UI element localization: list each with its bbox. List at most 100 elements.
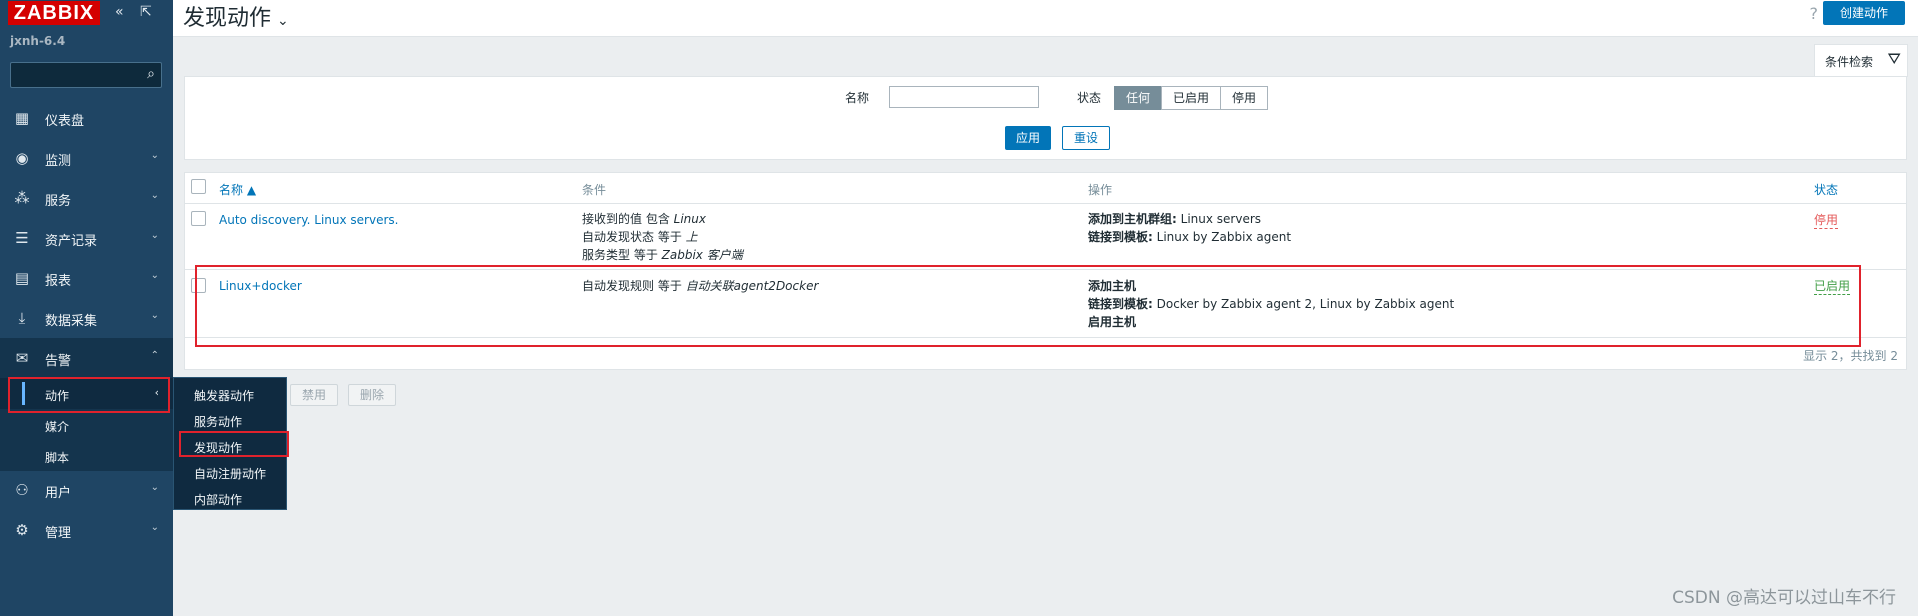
chevron-down-icon: ⌄ [150, 150, 159, 161]
eye-icon: ◉ [15, 149, 29, 167]
flyout-label: 触发器动作 [194, 389, 255, 403]
menu-label: 数据采集 [45, 314, 98, 329]
mass-delete-button[interactable]: 删除 [348, 384, 396, 406]
submenu-label: 脚本 [45, 451, 70, 465]
name-filter-label: 名称 [845, 91, 870, 105]
flyout-label: 服务动作 [194, 415, 243, 429]
filter-icon: ⛛ [1887, 49, 1901, 68]
menu-item-dashboard[interactable]: ▦ 仪表盘 [0, 98, 173, 138]
table-paging-info: 显示 2，共找到 2 [1803, 349, 1898, 363]
filter-tab-label: 条件检索 [1825, 55, 1874, 69]
gear-icon: ⚙ [15, 521, 29, 539]
create-action-button[interactable]: 创建动作 [1823, 1, 1905, 25]
dashboard-icon: ▦ [14, 109, 30, 127]
condition-value: Linux [673, 212, 706, 226]
submenu-label: 媒介 [45, 420, 70, 434]
column-header-conditions: 条件 [582, 183, 607, 197]
flyout-item-autoregistration-actions[interactable]: 自动注册动作 [174, 459, 286, 485]
sidebar: ZABBIX « ⇱ jxnh-6.4 ⌕ ▦ 仪表盘 ◉ 监测 ⌄ ⁂ 服务 … [0, 0, 173, 616]
zabbix-logo[interactable]: ZABBIX [8, 1, 100, 25]
flyout-label: 内部动作 [194, 493, 243, 507]
status-option-enabled[interactable]: 已启用 [1161, 86, 1221, 110]
filter-tab[interactable]: 条件检索 ⛛ [1814, 44, 1908, 77]
chevron-down-icon: ⌄ [150, 522, 159, 533]
report-icon: ▤ [14, 269, 30, 287]
menu-item-reports[interactable]: ▤ 报表 ⌄ [0, 258, 173, 298]
page-title-text: 发现动作 [183, 6, 272, 31]
mass-disable-button[interactable]: 禁用 [290, 384, 338, 406]
operation-label: 添加到主机群组: [1088, 212, 1177, 226]
condition-line: 自动发现状态 等于 上 [582, 228, 743, 246]
condition-text: 接收到的值 包含 [582, 212, 674, 226]
column-header-operations: 操作 [1088, 183, 1113, 197]
watermark: CSDN @高达可以过山车不行 [1672, 588, 1896, 608]
download-icon: ⤓ [18, 309, 26, 327]
column-header-status[interactable]: 状态 [1814, 181, 1838, 198]
menu-label: 报表 [45, 274, 72, 289]
highlight-box [195, 265, 1861, 347]
operation-line: 添加到主机群组: Linux servers [1088, 210, 1291, 228]
menu-item-data-collection[interactable]: ⤓ 数据采集 ⌄ [0, 298, 173, 338]
chevron-down-icon: ⌄ [150, 482, 159, 493]
filter-panel: 名称 状态 任何 已启用 停用 应用 重设 [184, 76, 1907, 160]
submenu-item-media[interactable]: 媒介 [0, 409, 173, 440]
condition-line: 接收到的值 包含 Linux [582, 210, 743, 228]
menu-item-administration[interactable]: ⚙ 管理 ⌄ [0, 510, 173, 550]
column-header-name[interactable]: 名称 ▲ [219, 181, 256, 198]
menu-label: 服务 [45, 194, 72, 209]
page-title[interactable]: 发现动作 ⌄ [183, 0, 289, 32]
menu-label: 告警 [45, 354, 72, 369]
users-icon: ⚇ [15, 481, 29, 499]
menu-item-inventory[interactable]: ☰ 资产记录 ⌄ [0, 218, 173, 258]
menu-label: 监测 [45, 154, 72, 169]
menu-item-services[interactable]: ⁂ 服务 ⌄ [0, 178, 173, 218]
condition-text: 自动发现状态 等于 [582, 230, 686, 244]
chevron-down-icon[interactable]: ⌄ [277, 13, 289, 29]
conditions-cell: 接收到的值 包含 Linux 自动发现状态 等于 上 服务类型 等于 Zabbi… [582, 210, 743, 264]
status-option-any[interactable]: 任何 [1114, 86, 1162, 110]
list-icon: ☰ [15, 229, 29, 247]
status-option-disabled[interactable]: 停用 [1220, 86, 1268, 110]
chevron-up-icon: ⌃ [150, 350, 159, 361]
page-header: 发现动作 ⌄ ? 创建动作 [173, 0, 1918, 37]
status-toggle[interactable]: 停用 [1814, 211, 1839, 229]
condition-value: 上 [685, 230, 698, 244]
operation-label: 链接到模板: [1088, 230, 1153, 244]
select-all-checkbox[interactable] [191, 179, 206, 194]
chevron-down-icon: ⌄ [150, 230, 159, 241]
highlight-box [179, 431, 289, 457]
help-icon[interactable]: ? [1810, 4, 1819, 23]
action-name-link[interactable]: Auto discovery. Linux servers. [219, 211, 398, 229]
menu-label: 仪表盘 [45, 114, 85, 129]
condition-value: Zabbix 客户端 [661, 248, 743, 262]
menu-item-monitoring[interactable]: ◉ 监测 ⌄ [0, 138, 173, 178]
flyout-item-internal-actions[interactable]: 内部动作 [174, 485, 286, 511]
chevron-down-icon: ⌄ [150, 310, 159, 321]
menu-label: 资产记录 [45, 234, 98, 249]
main-content: 发现动作 ⌄ ? 创建动作 条件检索 ⛛ 名称 状态 任何 已启用 停用 应用 重… [173, 0, 1918, 616]
operations-cell: 添加到主机群组: Linux servers 链接到模板: Linux by Z… [1088, 210, 1291, 246]
operation-value: Linux by Zabbix agent [1152, 230, 1292, 244]
search-input[interactable]: ⌕ [10, 62, 162, 88]
submenu-item-scripts[interactable]: 脚本 [0, 440, 173, 471]
search-icon[interactable]: ⌕ [147, 66, 155, 82]
name-filter-input[interactable] [889, 86, 1039, 108]
expand-icon[interactable]: ⇱ [140, 4, 152, 20]
row-checkbox[interactable] [191, 211, 206, 226]
condition-line: 服务类型 等于 Zabbix 客户端 [582, 246, 743, 264]
server-name: jxnh-6.4 [10, 34, 66, 48]
double-chevron-left-icon[interactable]: « [115, 4, 124, 20]
reset-button[interactable]: 重设 [1062, 126, 1110, 150]
menu-item-users[interactable]: ⚇ 用户 ⌄ [0, 470, 173, 510]
chevron-down-icon: ⌄ [150, 190, 159, 201]
menu-item-alerts[interactable]: ✉ 告警 ⌃ [0, 338, 173, 378]
flyout-item-trigger-actions[interactable]: 触发器动作 [174, 381, 286, 407]
chevron-down-icon: ⌄ [150, 270, 159, 281]
status-filter-label: 状态 [1077, 91, 1102, 105]
flyout-item-service-actions[interactable]: 服务动作 [174, 407, 286, 433]
menu-label: 管理 [45, 526, 72, 541]
operation-line: 链接到模板: Linux by Zabbix agent [1088, 228, 1291, 246]
divider [185, 203, 1906, 204]
flyout-label: 自动注册动作 [194, 467, 267, 481]
apply-button[interactable]: 应用 [1005, 126, 1051, 150]
